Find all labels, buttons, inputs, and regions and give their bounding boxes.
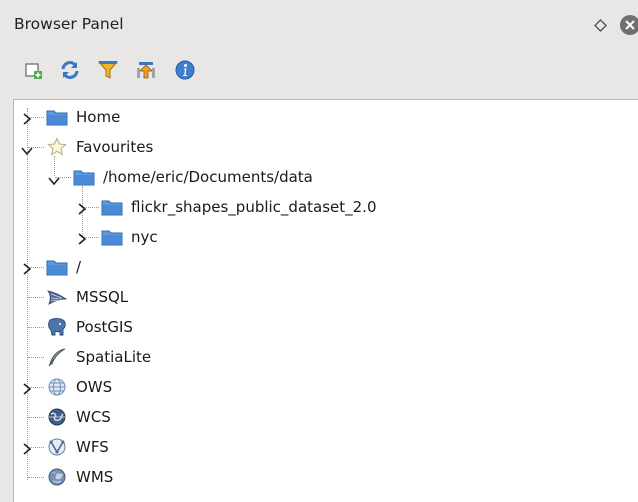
tree-item-label: /: [76, 258, 82, 276]
tree-item-favourite-path[interactable]: /home/eric/Documents/data: [73, 163, 313, 191]
add-layer-icon[interactable]: [22, 58, 46, 82]
tree-item-label: OWS: [76, 378, 113, 396]
collapse-arrow-icon[interactable]: [21, 142, 33, 156]
float-panel-icon[interactable]: [594, 18, 607, 32]
tree-item-label: flickr_shapes_public_dataset_2.0: [131, 198, 377, 216]
tree-branch-line: [28, 417, 44, 418]
close-panel-icon[interactable]: [620, 15, 638, 35]
spatialite-feather-icon: [46, 347, 68, 367]
wms-globe-icon: [46, 467, 68, 487]
folder-icon: [46, 257, 68, 277]
tree-branch-line: [28, 477, 44, 478]
expand-arrow-icon[interactable]: [22, 261, 32, 275]
tree-branch-line: [28, 297, 44, 298]
tree-item-label: Favourites: [76, 138, 154, 156]
wcs-globe-icon: [46, 407, 68, 427]
folder-icon: [73, 167, 95, 187]
expand-arrow-icon[interactable]: [77, 201, 87, 215]
info-icon[interactable]: [173, 58, 197, 82]
tree-branch-line: [28, 327, 44, 328]
tree-item-label: /home/eric/Documents/data: [103, 168, 313, 186]
expand-arrow-icon[interactable]: [77, 231, 87, 245]
tree-item-wms[interactable]: WMS: [46, 463, 113, 491]
tree-item-label: Home: [76, 108, 121, 126]
mssql-icon: [46, 287, 68, 307]
tree-item-favourites[interactable]: Favourites: [46, 133, 153, 161]
expand-arrow-icon[interactable]: [22, 441, 32, 455]
tree-item-label: WFS: [76, 438, 109, 456]
folder-icon: [101, 227, 123, 247]
refresh-icon[interactable]: [58, 58, 82, 82]
tree-item-home[interactable]: Home: [46, 103, 120, 131]
browser-toolbar: [0, 50, 638, 94]
tree-item-mssql[interactable]: MSSQL: [46, 283, 128, 311]
tree-item-label: nyc: [131, 228, 158, 246]
tree-item-flickr-dataset[interactable]: flickr_shapes_public_dataset_2.0: [101, 193, 377, 221]
tree-item-label: MSSQL: [76, 288, 129, 306]
tree-item-label: SpatiaLite: [76, 348, 152, 366]
tree-item-wcs[interactable]: WCS: [46, 403, 111, 431]
tree-item-nyc[interactable]: nyc: [101, 223, 158, 251]
tree-item-label: WMS: [76, 468, 114, 486]
tree-guide-line: [27, 108, 28, 480]
folder-icon: [46, 107, 68, 127]
expand-arrow-icon[interactable]: [22, 111, 32, 125]
postgis-elephant-icon: [46, 317, 68, 337]
folder-icon: [101, 197, 123, 217]
tree-item-ows[interactable]: OWS: [46, 373, 112, 401]
tree-item-postgis[interactable]: PostGIS: [46, 313, 133, 341]
expand-arrow-icon[interactable]: [22, 381, 32, 395]
collapse-all-icon[interactable]: [134, 58, 158, 82]
filter-icon[interactable]: [96, 58, 120, 82]
tree-item-label: PostGIS: [76, 318, 133, 336]
globe-icon: [46, 377, 68, 397]
tree-item-wfs[interactable]: WFS: [46, 433, 109, 461]
tree-item-label: WCS: [76, 408, 111, 426]
wfs-globe-icon: [46, 437, 68, 457]
browser-tree: Home Favourites /home/eric/Documents/dat…: [13, 99, 638, 502]
panel-titlebar: Browser Panel: [0, 0, 638, 50]
panel-title: Browser Panel: [14, 15, 124, 33]
collapse-arrow-icon[interactable]: [48, 172, 60, 186]
star-icon: [46, 137, 68, 157]
tree-item-spatialite[interactable]: SpatiaLite: [46, 343, 151, 371]
tree-item-root[interactable]: /: [46, 253, 81, 281]
tree-branch-line: [28, 357, 44, 358]
